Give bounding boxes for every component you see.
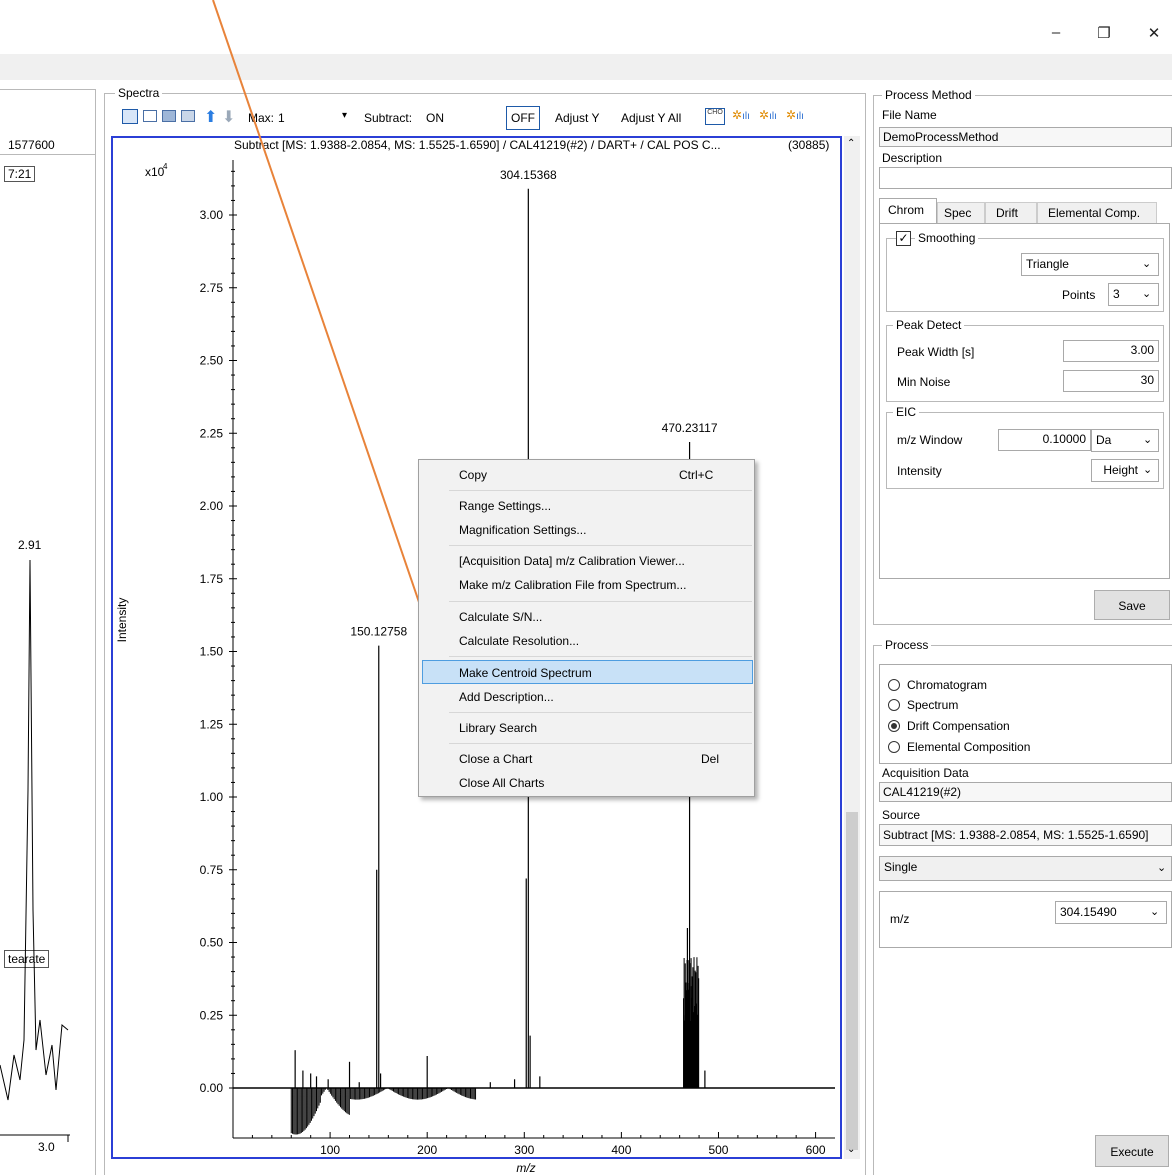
mode-select[interactable]: Single xyxy=(879,856,1172,881)
tab-spec[interactable]: Spec xyxy=(937,202,985,224)
mz-window-label: m/z Window xyxy=(897,433,963,447)
radio-chromatogram[interactable] xyxy=(888,679,900,691)
menu-calibration-viewer[interactable]: [Acquisition Data] m/z Calibration Viewe… xyxy=(459,554,685,568)
menu-separator xyxy=(449,656,752,657)
context-menu: Copy Ctrl+C Range Settings... Magnificat… xyxy=(418,459,755,797)
menu-calculate-resolution[interactable]: Calculate Resolution... xyxy=(459,634,579,648)
menu-close-chart-shortcut: Del xyxy=(701,752,720,766)
eic-title: EIC xyxy=(893,405,920,419)
radio-drift-compensation-label: Drift Compensation xyxy=(907,719,1010,733)
menu-magnification-settings[interactable]: Magnification Settings... xyxy=(459,523,586,537)
intensity-chevron-icon: ⌄ xyxy=(1143,464,1153,476)
menu-make-centroid-spectrum[interactable]: Make Centroid Spectrum xyxy=(459,666,592,680)
menu-copy[interactable]: Copy xyxy=(459,468,487,482)
points-chevron-icon: ⌄ xyxy=(1142,288,1152,300)
tab-chrom[interactable]: Chrom xyxy=(879,198,937,224)
menu-calculate-sn[interactable]: Calculate S/N... xyxy=(459,610,542,624)
menu-add-description[interactable]: Add Description... xyxy=(459,690,554,704)
file-name-field[interactable]: DemoProcessMethod xyxy=(879,127,1172,147)
process-method-title: Process Method xyxy=(882,88,975,102)
smoothing-label: Smoothing xyxy=(915,231,979,245)
description-label: Description xyxy=(882,151,943,165)
file-name-label: File Name xyxy=(882,108,937,122)
points-select[interactable]: 3 xyxy=(1108,283,1159,306)
min-noise-label: Min Noise xyxy=(897,375,951,389)
mode-chevron-icon: ⌄ xyxy=(1157,862,1167,874)
menu-close-chart[interactable]: Close a Chart xyxy=(459,752,532,766)
menu-close-all-charts[interactable]: Close All Charts xyxy=(459,776,544,790)
menu-separator xyxy=(449,601,752,602)
mz-label: m/z xyxy=(890,912,910,926)
save-button[interactable]: Save xyxy=(1094,590,1170,620)
peak-detect-title: Peak Detect xyxy=(893,318,965,332)
menu-copy-shortcut: Ctrl+C xyxy=(679,468,714,482)
menu-separator xyxy=(449,712,752,713)
radio-drift-compensation[interactable] xyxy=(888,720,900,732)
smoothing-checkbox[interactable]: ✓ xyxy=(896,231,911,246)
radio-chromatogram-label: Chromatogram xyxy=(907,678,988,692)
radio-elemental-composition-label: Elemental Composition xyxy=(907,740,1031,754)
menu-separator xyxy=(449,743,752,744)
menu-range-settings[interactable]: Range Settings... xyxy=(459,499,551,513)
tab-drift[interactable]: Drift xyxy=(985,202,1037,224)
tab-strip: Chrom Spec Drift Elemental Comp. xyxy=(879,198,1172,224)
acquisition-data-field: CAL41219(#2) xyxy=(879,782,1172,802)
peak-width-label: Peak Width [s] xyxy=(897,345,975,359)
mz-chevron-icon: ⌄ xyxy=(1150,906,1160,918)
acquisition-data-label: Acquisition Data xyxy=(882,766,969,780)
peak-width-field[interactable]: 3.00 xyxy=(1063,340,1159,362)
menu-separator xyxy=(449,545,752,546)
points-label: Points xyxy=(1062,288,1096,302)
tab-elemental-comp[interactable]: Elemental Comp. xyxy=(1037,202,1157,224)
source-field: Subtract [MS: 1.9388-2.0854, MS: 1.5525-… xyxy=(879,824,1172,846)
intensity-label: Intensity xyxy=(897,464,942,478)
radio-elemental-composition[interactable] xyxy=(888,741,900,753)
execute-button[interactable]: Execute xyxy=(1095,1135,1169,1167)
description-field[interactable] xyxy=(879,167,1172,189)
menu-separator xyxy=(449,490,752,491)
mz-unit-chevron-icon: ⌄ xyxy=(1143,434,1153,446)
smoothing-type-select[interactable]: Triangle xyxy=(1021,253,1159,276)
menu-library-search[interactable]: Library Search xyxy=(459,721,537,735)
menu-make-calibration-file[interactable]: Make m/z Calibration File from Spectrum.… xyxy=(459,578,686,592)
source-label: Source xyxy=(882,808,921,822)
process-title: Process xyxy=(882,638,932,652)
min-noise-field[interactable]: 30 xyxy=(1063,370,1159,392)
radio-spectrum-label: Spectrum xyxy=(907,698,959,712)
smoothing-type-chevron-icon: ⌄ xyxy=(1142,258,1152,270)
radio-spectrum[interactable] xyxy=(888,699,900,711)
mz-window-field[interactable]: 0.10000 xyxy=(998,429,1091,451)
